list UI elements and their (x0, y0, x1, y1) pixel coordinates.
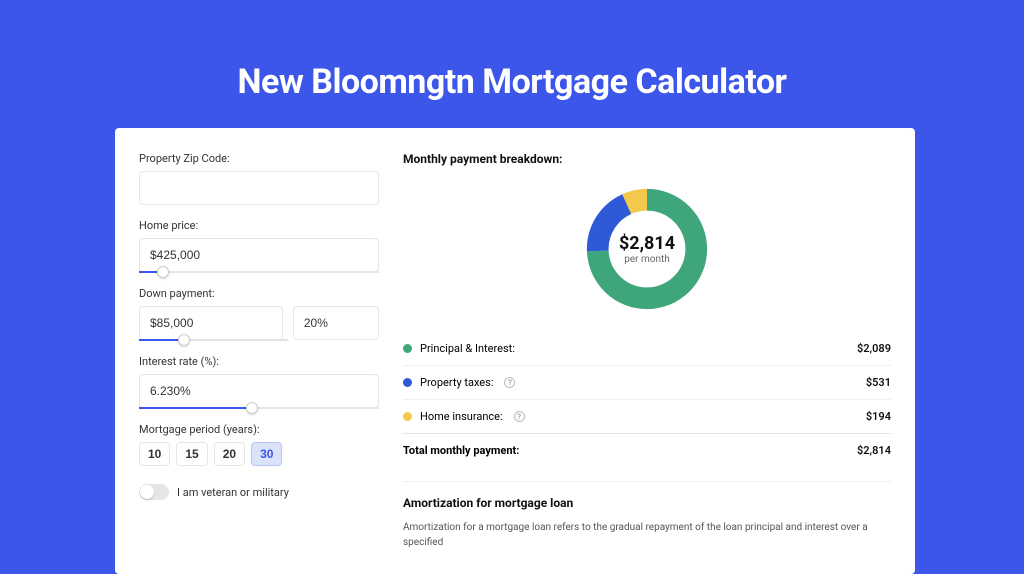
info-icon[interactable] (504, 377, 515, 388)
zip-label: Property Zip Code: (139, 152, 379, 165)
legend-row: Principal & Interest: $2,089 (403, 332, 891, 365)
down-payment-slider[interactable] (139, 339, 288, 341)
legend-dot (403, 412, 412, 421)
amortization-section: Amortization for mortgage loan Amortizat… (403, 481, 891, 550)
legend: Principal & Interest: $2,089 Property taxe… (403, 332, 891, 433)
rate-input[interactable] (139, 374, 379, 408)
legend-dot (403, 378, 412, 387)
results-panel: Monthly payment breakdown: $2,814 per mo… (403, 152, 891, 550)
period-option-20[interactable]: 20 (214, 442, 245, 466)
home-price-slider[interactable] (139, 271, 379, 273)
legend-value: $2,089 (857, 342, 891, 355)
legend-label: Principal & Interest: (420, 342, 515, 355)
period-option-10[interactable]: 10 (139, 442, 170, 466)
legend-label: Property taxes: (420, 376, 493, 389)
home-price-field: Home price: (139, 219, 379, 273)
donut-sublabel: per month (619, 254, 675, 265)
veteran-label: I am veteran or military (177, 486, 289, 499)
page-title: New Bloomngtn Mortgage Calculator (0, 0, 1024, 102)
legend-row: Property taxes: $531 (403, 365, 891, 399)
breakdown-heading: Monthly payment breakdown: (403, 152, 891, 166)
slider-thumb[interactable] (157, 266, 169, 278)
period-label: Mortgage period (years): (139, 423, 379, 436)
period-field: Mortgage period (years): 1015 2030 (139, 423, 379, 466)
donut-amount: $2,814 (619, 233, 675, 254)
amortization-title: Amortization for mortgage loan (403, 496, 891, 510)
toggle-knob (140, 485, 154, 499)
legend-label: Home insurance: (420, 410, 503, 423)
down-payment-input[interactable] (139, 306, 283, 340)
calculator-card: Property Zip Code: Home price: Down paym… (115, 128, 915, 574)
rate-label: Interest rate (%): (139, 355, 379, 368)
zip-input[interactable] (139, 171, 379, 205)
legend-row: Home insurance: $194 (403, 399, 891, 433)
donut-chart: $2,814 per month (403, 174, 891, 332)
slider-thumb[interactable] (246, 402, 258, 414)
legend-value: $531 (866, 376, 891, 389)
total-value: $2,814 (857, 444, 891, 457)
period-option-30[interactable]: 30 (251, 442, 282, 466)
down-payment-pct-input[interactable] (293, 306, 379, 340)
rate-slider[interactable] (139, 407, 379, 409)
rate-field: Interest rate (%): (139, 355, 379, 409)
period-options: 1015 2030 (139, 442, 379, 466)
legend-value: $194 (866, 410, 891, 423)
info-icon[interactable] (514, 411, 525, 422)
legend-dot (403, 344, 412, 353)
home-price-label: Home price: (139, 219, 379, 232)
slider-thumb[interactable] (178, 334, 190, 346)
period-option-15[interactable]: 15 (176, 442, 207, 466)
amortization-body: Amortization for a mortgage loan refers … (403, 520, 891, 550)
total-row: Total monthly payment: $2,814 (403, 433, 891, 467)
home-price-input[interactable] (139, 238, 379, 272)
total-label: Total monthly payment: (403, 444, 519, 457)
donut-center: $2,814 per month (619, 233, 675, 265)
veteran-row: I am veteran or military (139, 484, 379, 500)
veteran-toggle[interactable] (139, 484, 169, 500)
zip-field: Property Zip Code: (139, 152, 379, 205)
down-payment-label: Down payment: (139, 287, 379, 300)
down-payment-field: Down payment: (139, 287, 379, 341)
input-panel: Property Zip Code: Home price: Down paym… (139, 152, 379, 550)
